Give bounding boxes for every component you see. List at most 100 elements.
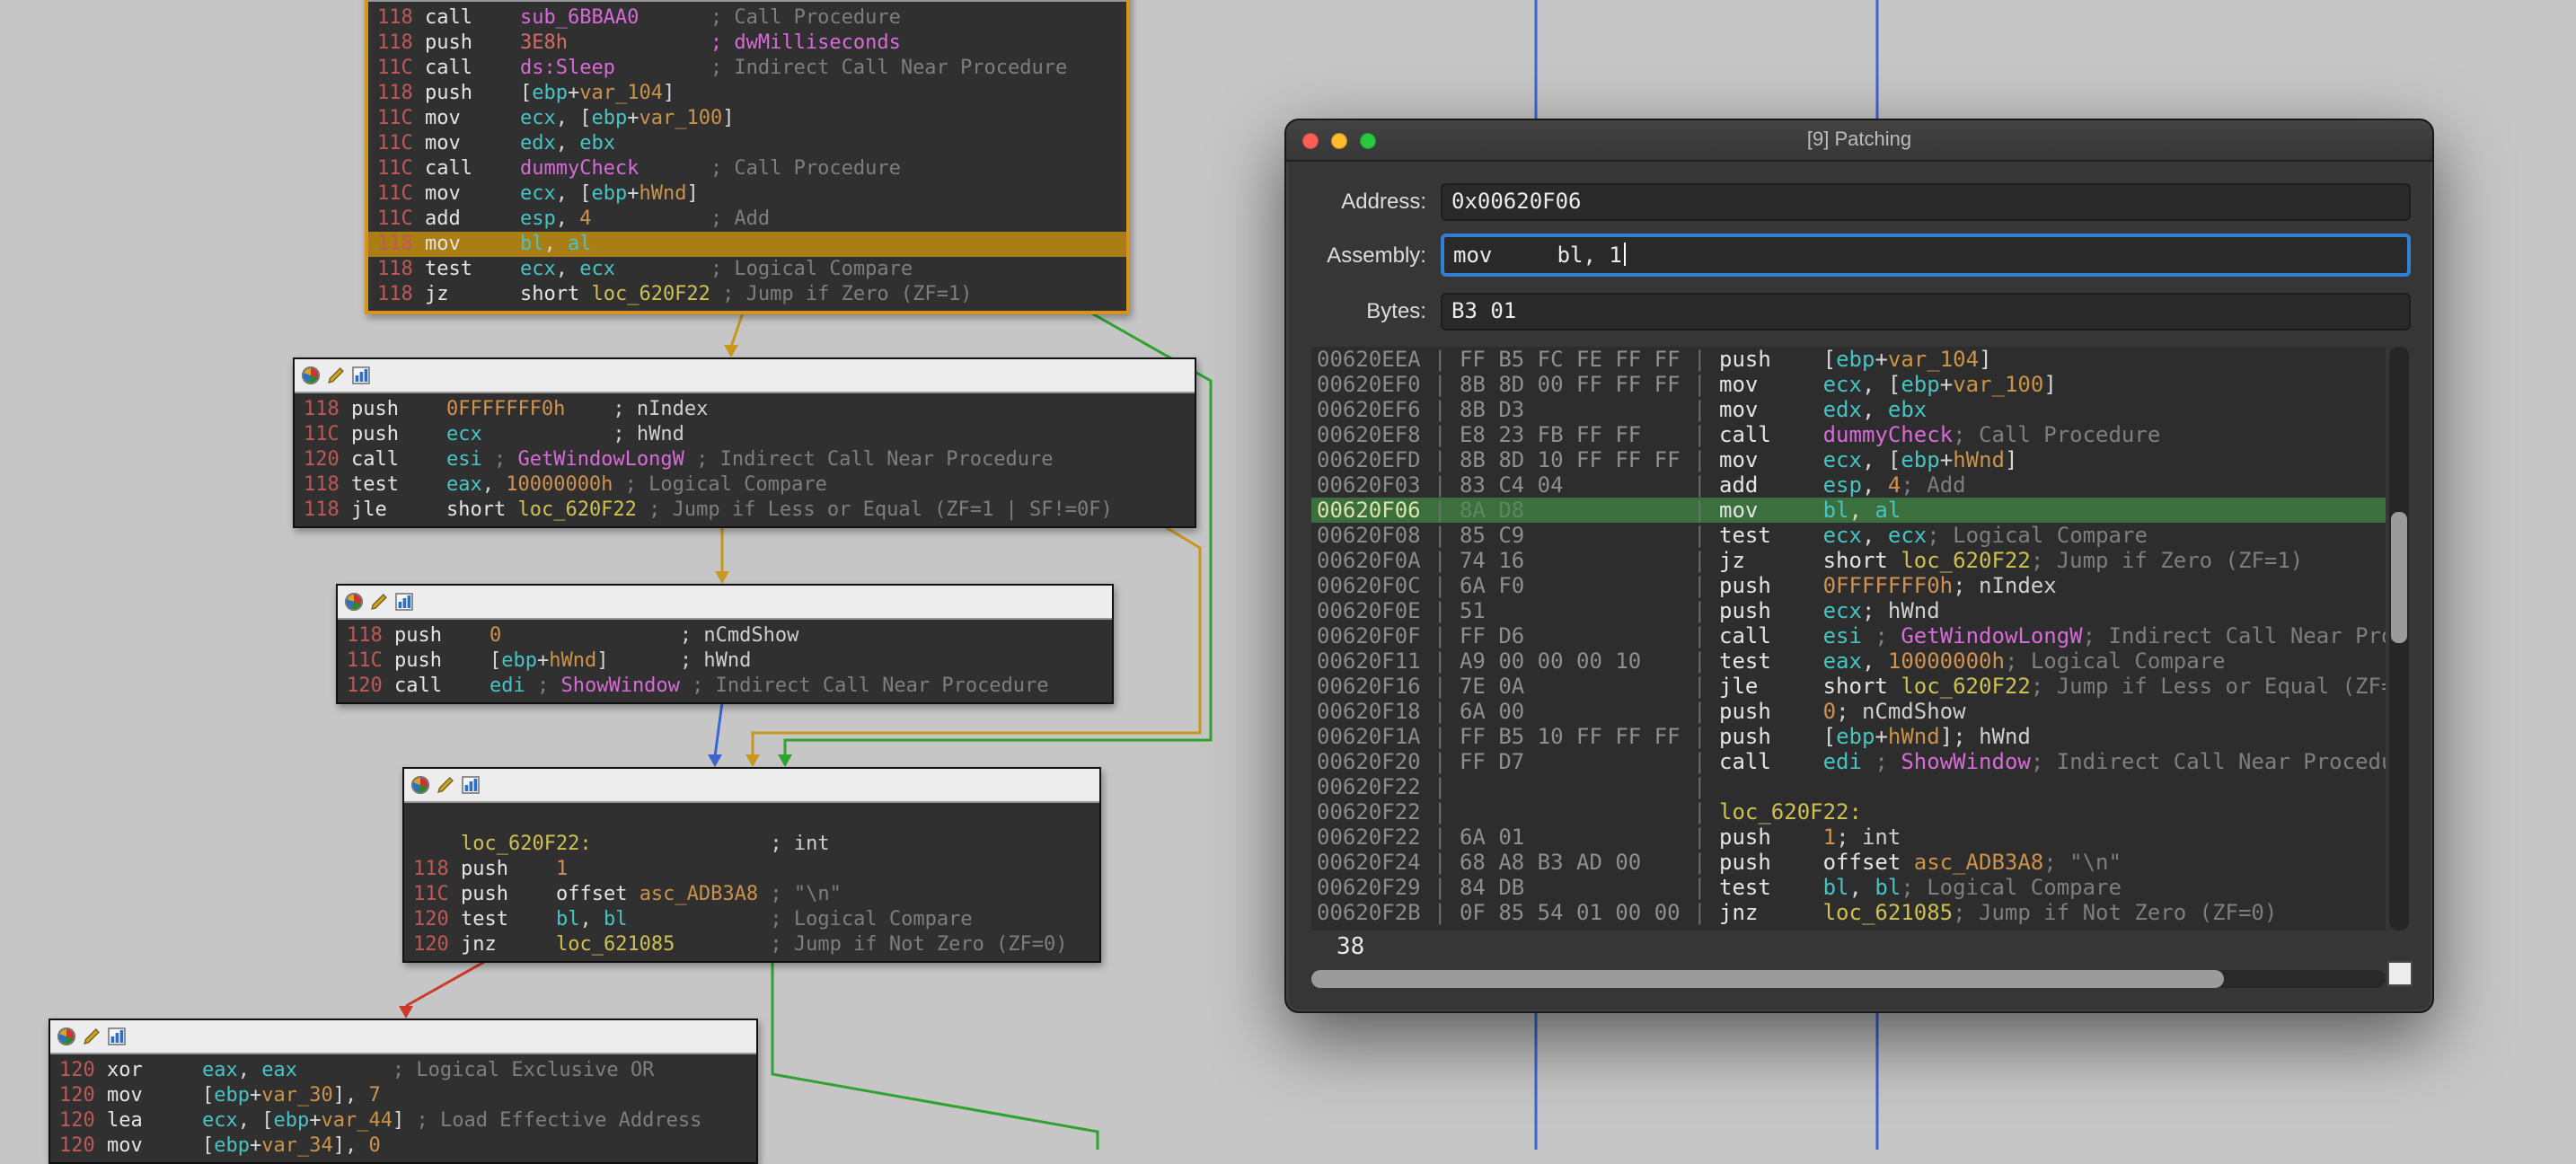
listing-line[interactable]: 00620F22 | 6A 01 | push 1; int	[1311, 824, 2386, 850]
close-button[interactable]	[1302, 132, 1319, 148]
pie-chart-icon[interactable]	[411, 776, 429, 794]
asm-line[interactable]: 118 push 1	[404, 857, 1099, 882]
asm-line[interactable]: 11C mov ecx, [ebp+var_100]	[368, 106, 1126, 131]
resize-grip[interactable]	[2387, 961, 2413, 986]
token-reg: ebp	[591, 106, 627, 129]
listing-line[interactable]: 00620EF8 | E8 23 FB FF FF | call dummyCh…	[1311, 422, 2386, 447]
asm-line[interactable]: 11C call dummyCheck ; Call Procedure	[368, 156, 1126, 181]
token-sp: 118	[377, 31, 425, 54]
listing-line[interactable]: 00620F08 | 85 C9 | test ecx, ecx; Logica…	[1311, 523, 2386, 548]
asm-line[interactable]: 120 jnz loc_621085 ; Jump if Not Zero (Z…	[404, 932, 1099, 957]
asm-line[interactable]: loc_620F22: ; int	[404, 832, 1099, 857]
listing-line[interactable]: 00620F0F | FF D6 | call esi ; GetWindowL…	[1311, 623, 2386, 648]
edit-icon[interactable]	[327, 366, 345, 384]
patch-listing[interactable]: 00620EEA | FF B5 FC FE FF FF | push [ebp…	[1311, 347, 2386, 930]
pie-chart-icon[interactable]	[345, 593, 363, 611]
asm-line[interactable]: 120 call esi ; GetWindowLongW ; Indirect…	[295, 447, 1195, 472]
edit-icon[interactable]	[437, 776, 454, 794]
asm-line[interactable]: 11C push offset asc_ADB3A8 ; "\n"	[404, 882, 1099, 907]
listing-line[interactable]: 00620EFD | 8B 8D 10 FF FF FF | mov ecx, …	[1311, 447, 2386, 472]
graph-node-3[interactable]: loc_620F22: ; int118 push 111C push offs…	[402, 767, 1101, 963]
token-addr: 00620F0F	[1317, 623, 1421, 648]
asm-line[interactable]: 11C push [ebp+hWnd] ; hWnd	[338, 648, 1112, 674]
token-sp: 120	[304, 447, 351, 471]
asm-line[interactable]: 120 xor eax, eax ; Logical Exclusive OR	[50, 1058, 756, 1083]
chart-icon[interactable]	[352, 366, 370, 384]
graph-node-1[interactable]: 118 push 0FFFFFFF0h ; nIndex11C push ecx…	[293, 357, 1196, 528]
listing-line[interactable]: 00620F22 | |	[1311, 774, 2386, 799]
listing-line[interactable]: 00620F0C | 6A F0 | push 0FFFFFFF0h; nInd…	[1311, 573, 2386, 598]
graph-node-titlebar[interactable]	[50, 1020, 756, 1054]
asm-line[interactable]: 118 test ecx, ecx ; Logical Compare	[368, 257, 1126, 282]
horizontal-scrollbar[interactable]	[1311, 970, 2386, 988]
token-mn: push	[394, 623, 490, 647]
assembly-field[interactable]: mov bl, 1	[1441, 234, 2411, 277]
graph-node-titlebar[interactable]	[295, 359, 1195, 393]
pie-chart-icon[interactable]	[302, 366, 320, 384]
token-sp: 118	[304, 472, 351, 496]
asm-line[interactable]: 11C push ecx ; hWnd	[295, 422, 1195, 447]
token-sep: |	[1421, 674, 1460, 699]
vertical-scrollbar-thumb[interactable]	[2391, 512, 2407, 643]
asm-line[interactable]: 118 push [ebp+var_104]	[368, 81, 1126, 106]
listing-line[interactable]: 00620F11 | A9 00 00 00 10 | test eax, 10…	[1311, 648, 2386, 674]
asm-line[interactable]: 118 push 0 ; nCmdShow	[338, 623, 1112, 648]
listing-line[interactable]: 00620F06 | 8A D8 | mov bl, al	[1311, 498, 2386, 523]
token-pun: [	[1823, 347, 1836, 372]
asm-line[interactable]: 11C add esp, 4 ; Add	[368, 207, 1126, 232]
asm-line[interactable]: 120 call edi ; ShowWindow ; Indirect Cal…	[338, 674, 1112, 699]
asm-line[interactable]: 11C mov edx, ebx	[368, 131, 1126, 156]
token-name: GetWindowLongW	[1901, 623, 2082, 648]
edit-icon[interactable]	[83, 1027, 101, 1045]
vertical-scrollbar[interactable]	[2389, 347, 2409, 930]
asm-line[interactable]: 11C mov ecx, [ebp+hWnd]	[368, 181, 1126, 207]
listing-line[interactable]: 00620F2B | 0F 85 54 01 00 00 | jnz loc_6…	[1311, 900, 2386, 925]
asm-line[interactable]: 118 jz short loc_620F22 ; Jump if Zero (…	[368, 282, 1126, 307]
graph-node-2[interactable]: 118 push 0 ; nCmdShow11C push [ebp+hWnd]…	[336, 584, 1114, 704]
asm-line[interactable]: 118 call sub_6BBAA0 ; Call Procedure	[368, 5, 1126, 31]
asm-line[interactable]: 118 jle short loc_620F22 ; Jump if Less …	[295, 498, 1195, 523]
listing-line[interactable]: 00620F03 | 83 C4 04 | add esp, 4; Add	[1311, 472, 2386, 498]
chart-icon[interactable]	[108, 1027, 126, 1045]
asm-line[interactable]: 120 mov [ebp+var_34], 0	[50, 1133, 756, 1159]
listing-line[interactable]: 00620F24 | 68 A8 B3 AD 00 | push offset …	[1311, 850, 2386, 875]
asm-line[interactable]: 120 lea ecx, [ebp+var_44] ; Load Effecti…	[50, 1108, 756, 1133]
asm-line[interactable]: 118 test eax, 10000000h ; Logical Compar…	[295, 472, 1195, 498]
listing-line[interactable]: 00620EEA | FF B5 FC FE FF FF | push [ebp…	[1311, 347, 2386, 372]
asm-line[interactable]: 118 mov bl, al	[368, 232, 1126, 257]
horizontal-scrollbar-thumb[interactable]	[1311, 970, 2224, 988]
chart-icon[interactable]	[462, 776, 480, 794]
zoom-button[interactable]	[1360, 132, 1376, 148]
listing-line[interactable]: 00620F29 | 84 DB | test bl, bl; Logical …	[1311, 875, 2386, 900]
listing-line[interactable]: 00620F22 | | loc_620F22:	[1311, 799, 2386, 824]
listing-line[interactable]: 00620F18 | 6A 00 | push 0; nCmdShow	[1311, 699, 2386, 724]
minimize-button[interactable]	[1331, 132, 1347, 148]
asm-line[interactable]: 118 push 0FFFFFFF0h ; nIndex	[295, 397, 1195, 422]
bytes-field[interactable]: B3 01	[1441, 293, 2411, 331]
graph-node-0[interactable]: 118 call sub_6BBAA0 ; Call Procedure118 …	[365, 0, 1130, 314]
asm-line[interactable]: 118 push 3E8h ; dwMilliseconds	[368, 31, 1126, 56]
listing-line[interactable]: 00620F16 | 7E 0A | jle short loc_620F22;…	[1311, 674, 2386, 699]
asm-line[interactable]: 120 test bl, bl ; Logical Compare	[404, 907, 1099, 932]
graph-node-4[interactable]: 120 xor eax, eax ; Logical Exclusive OR1…	[49, 1018, 758, 1164]
asm-line[interactable]	[404, 807, 1099, 832]
listing-line[interactable]: 00620F0A | 74 16 | jz short loc_620F22; …	[1311, 548, 2386, 573]
token-pun: ]	[333, 1083, 345, 1107]
listing-line[interactable]: 00620F0E | 51 | push ecx; hWnd	[1311, 598, 2386, 623]
window-titlebar[interactable]: [9] Patching	[1286, 120, 2432, 162]
token-mn: jnz	[461, 932, 556, 956]
address-field[interactable]: 0x00620F06	[1441, 183, 2411, 221]
graph-node-titlebar[interactable]	[404, 769, 1099, 803]
pie-chart-icon[interactable]	[57, 1027, 75, 1045]
listing-line[interactable]: 00620EF6 | 8B D3 | mov edx, ebx	[1311, 397, 2386, 422]
token-cmt: ;	[1862, 749, 1901, 774]
chart-icon[interactable]	[395, 593, 413, 611]
edit-icon[interactable]	[370, 593, 388, 611]
asm-line[interactable]: 11C call ds:Sleep ; Indirect Call Near P…	[368, 56, 1126, 81]
listing-line[interactable]: 00620F1A | FF B5 10 FF FF FF | push [ebp…	[1311, 724, 2386, 749]
token-sep: |	[1681, 347, 1719, 372]
listing-line[interactable]: 00620F20 | FF D7 | call edi ; ShowWindow…	[1311, 749, 2386, 774]
asm-line[interactable]: 120 mov [ebp+var_30], 7	[50, 1083, 756, 1108]
listing-line[interactable]: 00620EF0 | 8B 8D 00 FF FF FF | mov ecx, …	[1311, 372, 2386, 397]
graph-node-titlebar[interactable]	[338, 586, 1112, 620]
